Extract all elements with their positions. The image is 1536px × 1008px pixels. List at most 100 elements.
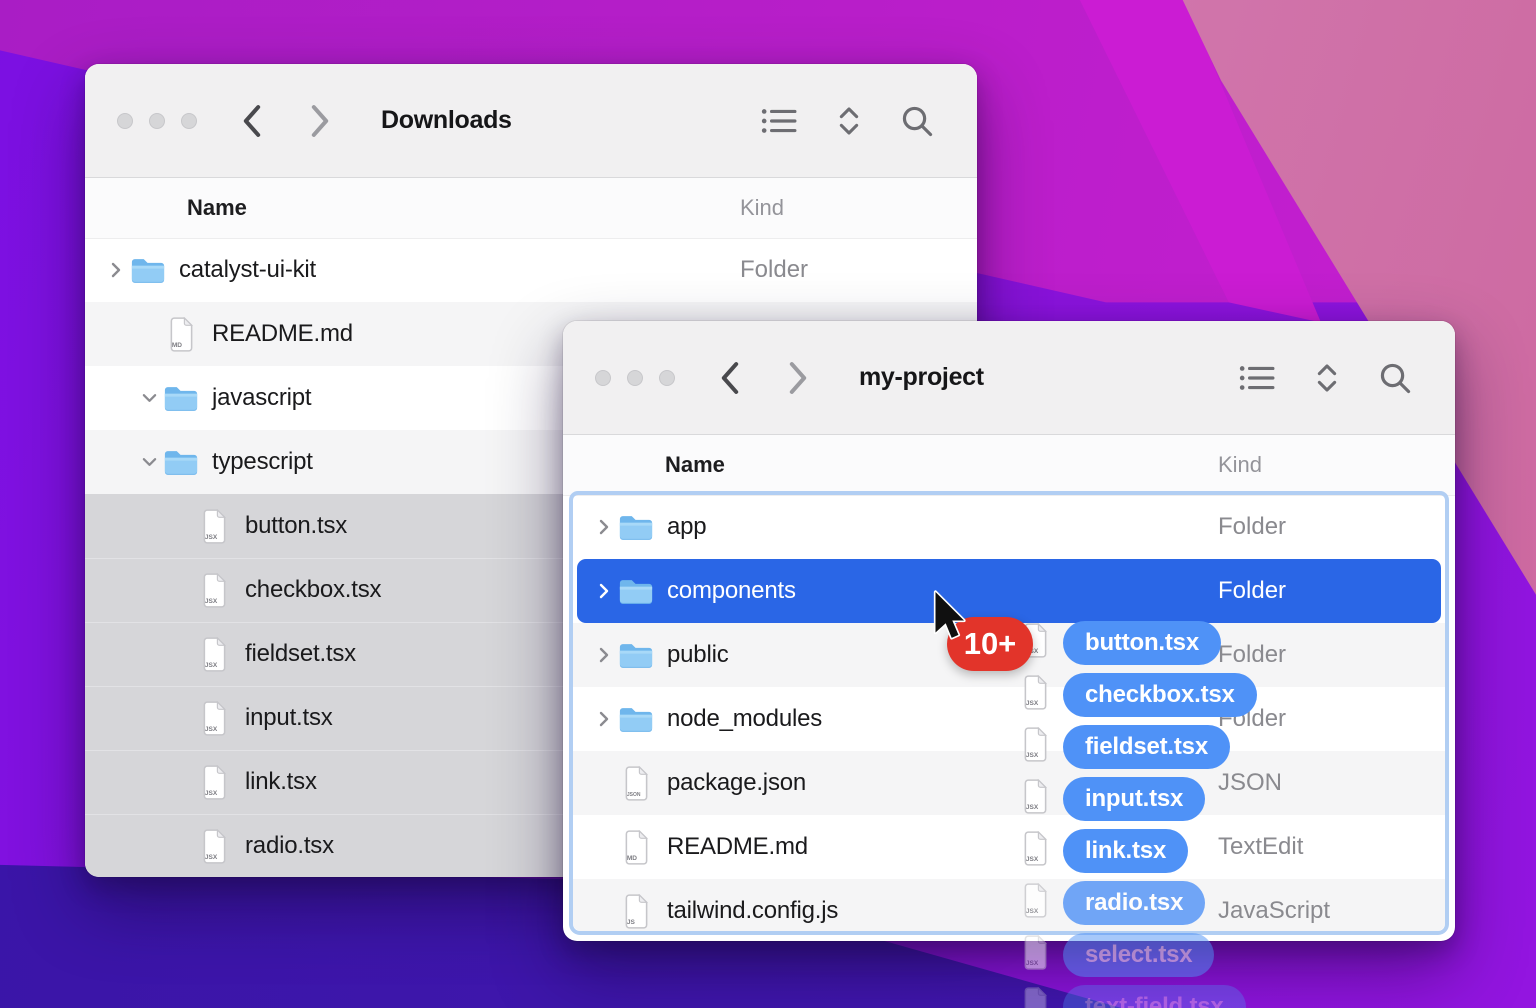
sort-button[interactable] [837, 105, 861, 137]
item-name: javascript [212, 384, 311, 412]
minimize-button[interactable] [627, 370, 643, 386]
sort-icon [1315, 362, 1339, 394]
minimize-button[interactable] [149, 113, 165, 129]
column-header-name[interactable]: Name [187, 178, 247, 238]
item-kind: Folder [1218, 705, 1286, 733]
file-icon: JS [623, 894, 650, 929]
item-name: checkbox.tsx [245, 576, 381, 604]
forward-button[interactable] [787, 361, 809, 395]
column-headers: Name Kind [563, 435, 1455, 496]
back-icon [241, 104, 263, 138]
file-row-tailwind.config.js[interactable]: JS tailwind.config.jsJavaScript [573, 879, 1445, 931]
item-kind: JSON [1218, 769, 1282, 797]
back-button[interactable] [719, 361, 741, 395]
chevron-right-icon [599, 519, 609, 535]
item-name: typescript [212, 448, 313, 476]
item-name: public [667, 641, 729, 669]
item-name: package.json [667, 769, 806, 797]
column-header-kind[interactable]: Kind [740, 178, 784, 238]
disclosure-chevron[interactable] [136, 393, 162, 403]
file-icon: JSX [201, 509, 228, 544]
folder-row-app[interactable]: app Folder [573, 495, 1445, 559]
folder-icon [130, 256, 166, 285]
search-icon [901, 105, 933, 137]
folder-row-components[interactable]: components Folder [573, 559, 1445, 623]
folder-row-node_modules[interactable]: node_modules Folder [573, 687, 1445, 751]
file-list: appFolder componentsFolder publicFolder … [573, 495, 1445, 931]
svg-text:JSX: JSX [204, 854, 217, 861]
sort-button[interactable] [1315, 362, 1339, 394]
svg-text:JS: JS [626, 919, 635, 926]
item-name: input.tsx [245, 704, 333, 732]
file-icon: MD [623, 830, 650, 865]
folder-icon [618, 641, 654, 670]
item-name: catalyst-ui-kit [179, 256, 316, 284]
toolbar: my-project [563, 321, 1455, 435]
svg-text:JSX: JSX [204, 790, 217, 797]
file-icon: MD [168, 317, 195, 352]
disclosure-chevron[interactable] [591, 519, 617, 535]
item-name: button.tsx [245, 512, 347, 540]
chevron-right-icon [111, 262, 121, 278]
chevron-right-icon [599, 647, 609, 663]
item-kind: JavaScript [1218, 897, 1330, 925]
svg-text:JSX: JSX [204, 726, 217, 733]
svg-text:JSON: JSON [626, 792, 640, 798]
file-icon: JSX [201, 701, 228, 736]
svg-text:MD: MD [171, 342, 181, 349]
desktop: Downloads [0, 0, 1536, 1008]
folder-row-catalyst-ui-kit[interactable]: catalyst-ui-kit Folder [85, 238, 977, 302]
list-view-icon [1239, 363, 1275, 393]
back-icon [719, 361, 741, 395]
disclosure-chevron[interactable] [136, 457, 162, 467]
item-name: app [667, 513, 706, 541]
file-row-package.json[interactable]: JSON package.json JSON [573, 751, 1445, 815]
zoom-button[interactable] [181, 113, 197, 129]
column-header-name[interactable]: Name [665, 435, 725, 495]
folder-icon [163, 384, 199, 413]
disclosure-chevron[interactable] [591, 647, 617, 663]
file-icon: JSX [201, 637, 228, 672]
list-view-button[interactable] [761, 106, 797, 136]
item-name: README.md [212, 320, 353, 348]
window-title: Downloads [381, 106, 512, 135]
item-name: fieldset.tsx [245, 640, 356, 668]
toolbar-actions [1239, 362, 1411, 394]
item-kind: Folder [1218, 513, 1286, 541]
svg-text:JSX: JSX [204, 598, 217, 605]
mouse-cursor [931, 589, 967, 643]
file-row-README.md[interactable]: MD README.mdTextEdit [573, 815, 1445, 879]
list-view-icon [761, 106, 797, 136]
chevron-down-icon [142, 393, 157, 403]
file-icon: JSON [623, 766, 650, 801]
toolbar-actions [761, 105, 933, 137]
disclosure-chevron[interactable] [103, 262, 129, 278]
item-kind: Folder [1218, 577, 1286, 605]
file-icon: JSX [201, 829, 228, 864]
traffic-lights [117, 113, 197, 129]
list-view-button[interactable] [1239, 363, 1275, 393]
item-name: node_modules [667, 705, 822, 733]
chevron-right-icon [599, 583, 609, 599]
search-icon [1379, 362, 1411, 394]
forward-button[interactable] [309, 104, 331, 138]
back-button[interactable] [241, 104, 263, 138]
disclosure-chevron[interactable] [591, 711, 617, 727]
item-kind: Folder [1218, 641, 1286, 669]
column-header-kind[interactable]: Kind [1218, 435, 1262, 495]
search-button[interactable] [901, 105, 933, 137]
close-button[interactable] [595, 370, 611, 386]
svg-text:JSX: JSX [204, 534, 217, 541]
disclosure-chevron[interactable] [591, 583, 617, 599]
chevron-right-icon [599, 711, 609, 727]
item-name: components [667, 577, 796, 605]
folder-icon [618, 513, 654, 542]
zoom-button[interactable] [659, 370, 675, 386]
item-name: README.md [667, 833, 808, 861]
traffic-lights [595, 370, 675, 386]
search-button[interactable] [1379, 362, 1411, 394]
item-name: link.tsx [245, 768, 317, 796]
item-kind: Folder [740, 256, 808, 284]
svg-text:JSX: JSX [204, 662, 217, 669]
close-button[interactable] [117, 113, 133, 129]
